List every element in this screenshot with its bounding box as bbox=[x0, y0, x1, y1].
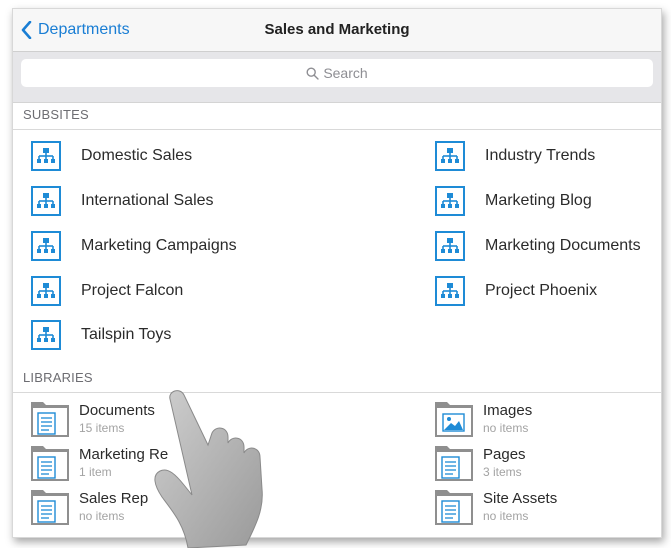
library-item-count: 3 items bbox=[483, 465, 522, 479]
site-hierarchy-icon bbox=[31, 141, 61, 171]
site-hierarchy-icon bbox=[31, 231, 61, 261]
document-library-icon bbox=[31, 446, 69, 481]
subsite-label: Marketing Blog bbox=[485, 192, 592, 209]
subsites-header: SUBSITES bbox=[23, 107, 89, 122]
library-item-count: no items bbox=[483, 509, 529, 523]
subsite-item-industry-trends[interactable]: Industry Trends bbox=[435, 138, 595, 174]
subsite-item-international-sales[interactable]: International Sales bbox=[31, 183, 214, 219]
image-library-icon bbox=[435, 402, 473, 437]
section-divider bbox=[13, 392, 661, 393]
subsite-label: International Sales bbox=[81, 192, 214, 209]
subsite-item-marketing-documents[interactable]: Marketing Documents bbox=[435, 228, 641, 264]
library-item-count: no items bbox=[483, 421, 529, 435]
site-hierarchy-icon bbox=[31, 276, 61, 306]
search-icon bbox=[306, 66, 320, 80]
document-library-icon bbox=[31, 402, 69, 437]
subsite-label: Domestic Sales bbox=[81, 147, 193, 164]
document-library-icon bbox=[435, 490, 473, 525]
search-placeholder: Search bbox=[323, 65, 368, 81]
subsite-item-project-falcon[interactable]: Project Falcon bbox=[31, 273, 183, 309]
app-window: Departments Sales and Marketing Search S… bbox=[12, 8, 662, 538]
navigation-bar: Departments Sales and Marketing bbox=[13, 9, 661, 52]
site-hierarchy-icon bbox=[31, 186, 61, 216]
library-name: Pages bbox=[483, 446, 526, 463]
site-hierarchy-icon bbox=[435, 231, 465, 261]
site-hierarchy-icon bbox=[435, 276, 465, 306]
subsite-item-marketing-campaigns[interactable]: Marketing Campaigns bbox=[31, 228, 237, 264]
subsite-label: Tailspin Toys bbox=[81, 326, 172, 343]
subsite-label: Marketing Campaigns bbox=[81, 237, 237, 254]
search-bar: Search bbox=[13, 52, 661, 103]
document-library-icon bbox=[31, 490, 69, 525]
page-title: Sales and Marketing bbox=[264, 21, 410, 38]
library-item-sales-rep[interactable]: Sales Rep no items bbox=[31, 487, 148, 531]
library-name: Site Assets bbox=[483, 490, 558, 507]
search-input[interactable]: Search bbox=[21, 59, 653, 87]
document-library-icon bbox=[435, 446, 473, 481]
site-hierarchy-icon bbox=[435, 186, 465, 216]
library-item-count: no items bbox=[79, 509, 125, 523]
subsite-label: Industry Trends bbox=[485, 147, 596, 164]
subsite-label: Project Falcon bbox=[81, 282, 184, 299]
subsite-item-marketing-blog[interactable]: Marketing Blog bbox=[435, 183, 592, 219]
subsite-item-domestic-sales[interactable]: Domestic Sales bbox=[31, 138, 192, 174]
libraries-header: LIBRARIES bbox=[23, 370, 93, 385]
site-hierarchy-icon bbox=[435, 141, 465, 171]
library-item-documents[interactable]: Documents 15 items bbox=[31, 399, 155, 443]
library-item-images[interactable]: Images no items bbox=[435, 399, 532, 443]
subsite-label: Marketing Documents bbox=[485, 237, 641, 254]
subsite-label: Project Phoenix bbox=[485, 282, 598, 299]
library-item-pages[interactable]: Pages 3 items bbox=[435, 443, 526, 487]
library-item-site-assets[interactable]: Site Assets no items bbox=[435, 487, 557, 531]
subsite-item-project-phoenix[interactable]: Project Phoenix bbox=[435, 273, 597, 309]
library-name: Images bbox=[483, 402, 533, 419]
section-divider bbox=[13, 129, 661, 130]
site-hierarchy-icon bbox=[31, 320, 61, 350]
library-name: Documents bbox=[79, 402, 155, 419]
touch-hand-icon bbox=[154, 390, 263, 548]
library-item-count: 15 items bbox=[79, 421, 125, 435]
library-name: Sales Rep bbox=[79, 490, 149, 507]
subsite-item-tailspin-toys[interactable]: Tailspin Toys bbox=[31, 317, 171, 353]
